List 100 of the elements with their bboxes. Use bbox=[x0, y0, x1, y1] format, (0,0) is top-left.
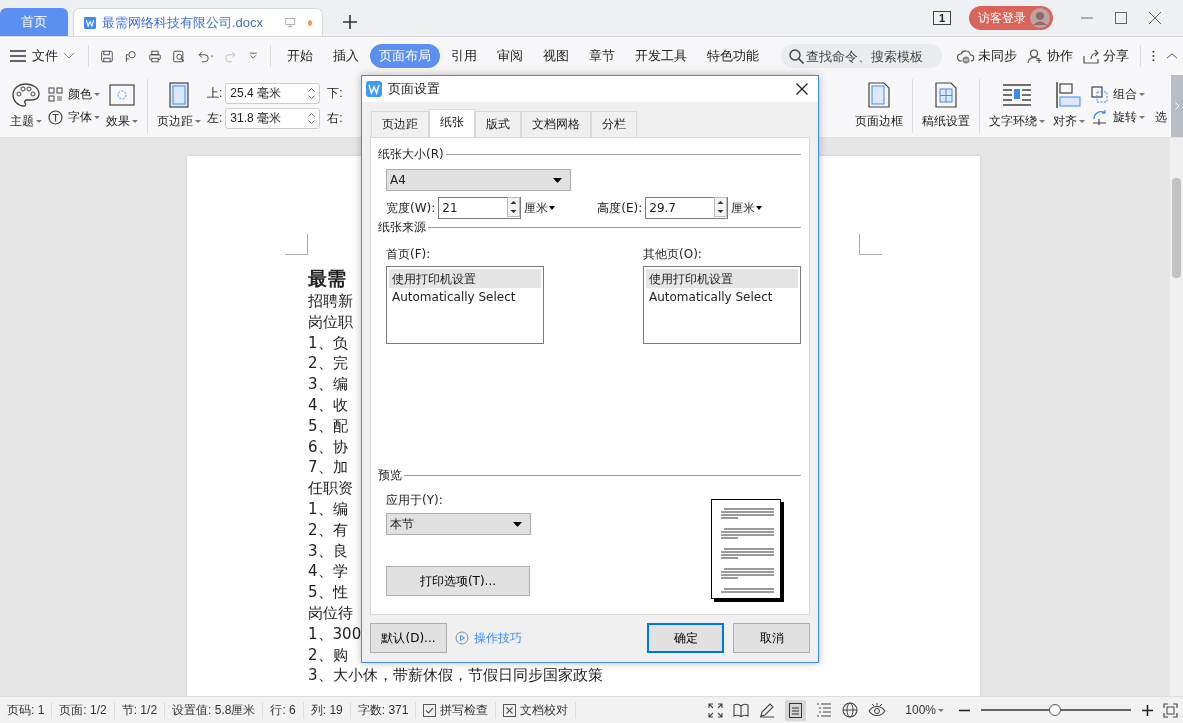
checkbox-icon bbox=[423, 703, 437, 717]
rotate-button[interactable]: 旋转 bbox=[1091, 109, 1145, 126]
list-item[interactable]: 使用打印机设置 bbox=[389, 269, 541, 288]
close-icon[interactable] bbox=[796, 83, 808, 95]
login-button[interactable]: 访客登录 bbox=[969, 6, 1053, 30]
crop-mark bbox=[859, 234, 882, 255]
ribbon-tab[interactable]: 开发工具 bbox=[625, 44, 696, 68]
page-count-badge[interactable]: 1 bbox=[932, 11, 951, 25]
font-button[interactable]: 字体 bbox=[48, 109, 100, 126]
file-menu[interactable]: 文件 bbox=[10, 47, 82, 65]
status-item[interactable]: 节: 1/2 bbox=[114, 701, 166, 719]
status-item[interactable]: 设置值: 5.8厘米 bbox=[165, 701, 264, 719]
section-heading: 纸张来源 bbox=[378, 219, 426, 236]
grid-icon bbox=[48, 87, 63, 102]
ribbon-tab[interactable]: 审阅 bbox=[487, 44, 532, 68]
ribbon-tab[interactable]: 视图 bbox=[533, 44, 578, 68]
ribbon-tab[interactable]: 开始 bbox=[277, 44, 322, 68]
document-line: 3、良 bbox=[308, 540, 348, 562]
dimension-field[interactable]: 29.7 bbox=[645, 197, 729, 219]
margins-button[interactable]: 页边距 bbox=[153, 82, 205, 130]
select-label[interactable]: 选 bbox=[1155, 108, 1167, 126]
palette-icon bbox=[12, 82, 40, 108]
theme-button[interactable]: 主题 bbox=[6, 82, 46, 130]
dialog-tab[interactable]: 版式 bbox=[475, 111, 521, 137]
zoom-in-icon[interactable] bbox=[1142, 704, 1153, 716]
group-button[interactable]: 组合 bbox=[1091, 86, 1145, 103]
print-options-button[interactable]: 打印选项(T)... bbox=[386, 566, 530, 596]
document-tab[interactable]: 最需网络科技有限公司.docx bbox=[73, 8, 323, 36]
list-item[interactable]: Automatically Select bbox=[646, 288, 798, 307]
rotate-icon bbox=[1091, 109, 1108, 126]
status-item[interactable]: 列: 19 bbox=[303, 701, 351, 719]
text-wrap-icon bbox=[1002, 82, 1032, 108]
align-icon bbox=[1056, 82, 1082, 108]
left-margin-field[interactable]: 31.8 毫米 bbox=[225, 108, 321, 129]
book-icon[interactable] bbox=[733, 703, 750, 717]
list-item[interactable]: 使用打印机设置 bbox=[646, 269, 798, 288]
paper-size-dropdown[interactable]: A4 bbox=[386, 169, 571, 191]
document-line: 1、负 bbox=[308, 332, 348, 354]
paper-source-list[interactable]: 使用打印机设置 Automatically Select bbox=[643, 266, 801, 344]
search-field[interactable]: 查找命令、搜索模板 bbox=[780, 44, 942, 68]
add-tab-icon[interactable] bbox=[343, 15, 357, 29]
dialog-tab[interactable]: 页边距 bbox=[371, 111, 429, 137]
ribbon-tab[interactable]: 特色功能 bbox=[697, 44, 768, 68]
document-line: 2、购 bbox=[308, 644, 348, 666]
ribbon-button[interactable]: 稿纸设置 bbox=[918, 82, 974, 130]
paper-source-list[interactable]: 使用打印机设置 Automatically Select bbox=[386, 266, 544, 344]
globe-icon[interactable] bbox=[842, 702, 859, 718]
list-item[interactable]: Automatically Select bbox=[389, 288, 541, 307]
scrollbar[interactable] bbox=[1170, 138, 1183, 696]
default-button[interactable]: 默认(D)... bbox=[370, 623, 447, 653]
ribbon-button[interactable]: 页面边框 bbox=[851, 82, 907, 130]
maximize-icon[interactable] bbox=[1115, 12, 1127, 24]
document-line: 4、收 bbox=[308, 395, 348, 416]
expand-icon[interactable] bbox=[708, 702, 724, 718]
status-item[interactable]: 页码: 1 bbox=[0, 701, 53, 719]
spell-check-button[interactable]: 拼写检查 bbox=[416, 701, 497, 719]
spin-icon bbox=[507, 196, 521, 217]
document-line: 3、编 bbox=[308, 374, 348, 395]
ribbon-tab[interactable]: 章节 bbox=[579, 44, 624, 68]
fit-window-icon[interactable] bbox=[1163, 702, 1178, 718]
top-margin-field[interactable]: 25.4 毫米 bbox=[225, 83, 321, 104]
color-button[interactable]: 颜色 bbox=[48, 86, 100, 103]
document-line: 2、有 bbox=[308, 519, 348, 541]
page-view-button[interactable] bbox=[785, 699, 807, 721]
list-label: 其他页(O): bbox=[643, 246, 703, 263]
dialog-tab[interactable]: 文档网格 bbox=[521, 111, 591, 137]
proofread-button[interactable]: 文档校对 bbox=[496, 701, 577, 719]
ribbon-tab[interactable]: 插入 bbox=[323, 44, 368, 68]
unit-dropdown[interactable]: 厘米 bbox=[731, 199, 763, 217]
unit-dropdown[interactable]: 厘米 bbox=[524, 199, 556, 217]
search-icon bbox=[788, 48, 804, 64]
status-item[interactable]: 页面: 1/2 bbox=[52, 701, 115, 719]
document-line: 3、大小休，带薪休假，节假日同步国家政策 bbox=[308, 665, 603, 687]
ribbon-tab[interactable]: 引用 bbox=[441, 44, 486, 68]
effect-button[interactable]: 效果 bbox=[102, 82, 142, 130]
collapse-icon[interactable] bbox=[1167, 52, 1177, 60]
dropdown-icon[interactable] bbox=[249, 50, 258, 62]
toolbar-action[interactable]: 未同步 bbox=[956, 47, 1017, 65]
dimension-field[interactable]: 21 bbox=[438, 197, 522, 219]
status-item[interactable]: 行: 6 bbox=[263, 701, 304, 719]
toolbar-action[interactable]: 分享 bbox=[1082, 47, 1129, 65]
spin-icon bbox=[714, 196, 728, 217]
document-line: 1、300 bbox=[308, 623, 362, 645]
ribbon-button[interactable]: 文字环绕 bbox=[985, 82, 1049, 130]
pen-icon[interactable] bbox=[759, 702, 776, 718]
zoom-dropdown[interactable]: 100% bbox=[905, 703, 944, 717]
apply-dropdown[interactable]: 本节 bbox=[386, 513, 531, 535]
document-line: 招聘新 bbox=[308, 291, 353, 312]
dialog-tab[interactable]: 分栏 bbox=[591, 111, 637, 137]
status-item[interactable]: 字数: 371 bbox=[350, 701, 417, 719]
eye-icon[interactable] bbox=[868, 703, 887, 717]
document-line: 2、完 bbox=[308, 353, 348, 375]
slider-thumb[interactable] bbox=[1048, 704, 1061, 716]
more-icon[interactable] bbox=[1152, 48, 1156, 64]
ribbon-button[interactable]: 对齐 bbox=[1049, 82, 1089, 130]
ok-button[interactable]: 确定 bbox=[647, 623, 724, 653]
cancel-button[interactable]: 取消 bbox=[733, 623, 810, 653]
document-line: 任职资 bbox=[308, 478, 353, 499]
dialog-tab[interactable]: 纸张 bbox=[429, 109, 475, 137]
toolbar-action[interactable]: 协作 bbox=[1026, 47, 1073, 65]
